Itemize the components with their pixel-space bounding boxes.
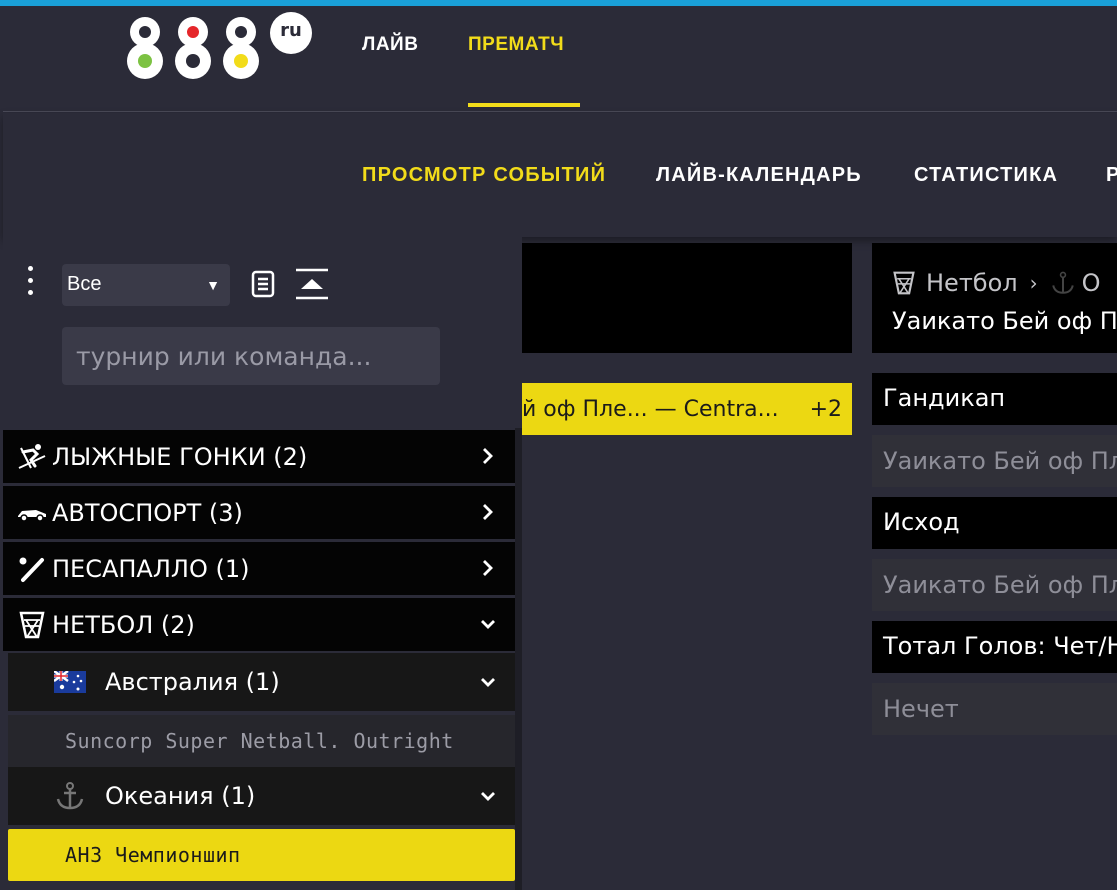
anchor-icon (1051, 271, 1074, 294)
nav-prematch[interactable]: ПРЕМАТЧ (468, 34, 564, 56)
region-item-australia[interactable]: Австралия (1) (8, 653, 515, 711)
anchor-icon (56, 782, 84, 810)
document-icon[interactable] (251, 270, 275, 298)
nav-live[interactable]: ЛАЙВ (362, 34, 418, 56)
market-header-handicap[interactable]: Гандикап (872, 373, 1117, 425)
caret-down-icon: ▼ (206, 277, 220, 293)
tournament-item-suncorp[interactable]: Suncorp Super Netball. Outright (8, 715, 515, 767)
chevron-right-icon (483, 448, 493, 464)
chevron-right-icon: › (1029, 271, 1038, 295)
region-item-oceania[interactable]: Океания (1) (8, 767, 515, 825)
subnav-statistics[interactable]: СТАТИСТИКА (914, 164, 1058, 187)
chevron-right-icon (483, 560, 493, 576)
subnav-events-view[interactable]: ПРОСМОТР СОБЫТИЙ (362, 164, 606, 187)
market-outcome[interactable]: Уаикато Бей оф Пле (872, 435, 1117, 487)
region-item-label: Австралия (1) (105, 668, 280, 696)
sport-item-netball[interactable]: НЕТБОЛ (2) (3, 598, 515, 651)
logo-ru-badge: ru (270, 12, 312, 54)
australia-flag-icon (54, 671, 86, 693)
nav-prematch-underline (468, 103, 580, 107)
market-header-total-odd-even[interactable]: Тотал Голов: Чет/Не (872, 621, 1117, 673)
chevron-right-icon (483, 504, 493, 520)
logo[interactable]: ru (120, 12, 315, 84)
event-title: Уаикато Бей оф Пл (892, 307, 1117, 335)
collapse-all-icon[interactable] (295, 267, 329, 301)
event-banner (522, 243, 852, 353)
match-item[interactable]: й оф Пле... — Centra... +2 (522, 383, 852, 435)
sport-item-skiing[interactable]: ЛЫЖНЫЕ ГОНКИ (2) (3, 430, 515, 483)
chevron-down-icon (481, 678, 495, 687)
chevron-down-icon (481, 792, 495, 801)
breadcrumb-sport[interactable]: Нетбол (926, 269, 1018, 297)
race-car-icon (15, 496, 49, 530)
sport-item-pesapallo[interactable]: ПЕСАПАЛЛО (1) (3, 542, 515, 595)
bat-icon (15, 552, 49, 586)
logo-digit-3 (223, 17, 259, 79)
breadcrumb-region[interactable]: О (1082, 269, 1101, 297)
sport-item-label: ЛЫЖНЫЕ ГОНКИ (2) (52, 442, 308, 471)
netball-icon (893, 271, 915, 295)
market-outcome[interactable]: Уаикато Бей оф Пле (872, 559, 1117, 611)
chevron-down-icon (481, 620, 495, 629)
tournament-item-anz-championship[interactable]: АНЗ Чемпионшип (8, 829, 515, 881)
logo-digit-1 (127, 17, 163, 79)
subnav-live-calendar[interactable]: ЛАЙВ-КАЛЕНДАРЬ (656, 164, 862, 187)
period-select-value: Все (67, 273, 102, 295)
market-outcome[interactable]: Нечет (872, 683, 1117, 735)
breadcrumb: Нетбол › О (892, 269, 1101, 297)
logo-digit-2 (175, 17, 211, 79)
search-input[interactable] (62, 327, 440, 385)
skiing-icon (15, 440, 49, 474)
sport-item-motorsport[interactable]: АВТОСПОРТ (3) (3, 486, 515, 539)
sub-navigation: ПРОСМОТР СОБЫТИЙ ЛАЙВ-КАЛЕНДАРЬ СТАТИСТИ… (3, 113, 1117, 237)
sport-item-label: АВТОСПОРТ (3) (52, 498, 243, 527)
sport-item-label: ПЕСАПАЛЛО (1) (52, 554, 250, 583)
region-item-label: Океания (1) (105, 782, 256, 810)
event-header: Нетбол › О Уаикато Бей оф Пл (872, 243, 1117, 353)
more-options-icon[interactable] (24, 266, 36, 300)
subnav-item-cut[interactable]: Р (1106, 164, 1117, 187)
sidebar-divider (515, 428, 522, 890)
market-header-result[interactable]: Исход (872, 497, 1117, 549)
netball-icon (15, 608, 49, 642)
period-select[interactable]: Все ▼ (62, 264, 230, 306)
match-item-extra-markets: +2 (809, 396, 842, 422)
match-item-teams: й оф Пле... — Centra... (522, 396, 779, 422)
sport-item-label: НЕТБОЛ (2) (52, 610, 195, 639)
